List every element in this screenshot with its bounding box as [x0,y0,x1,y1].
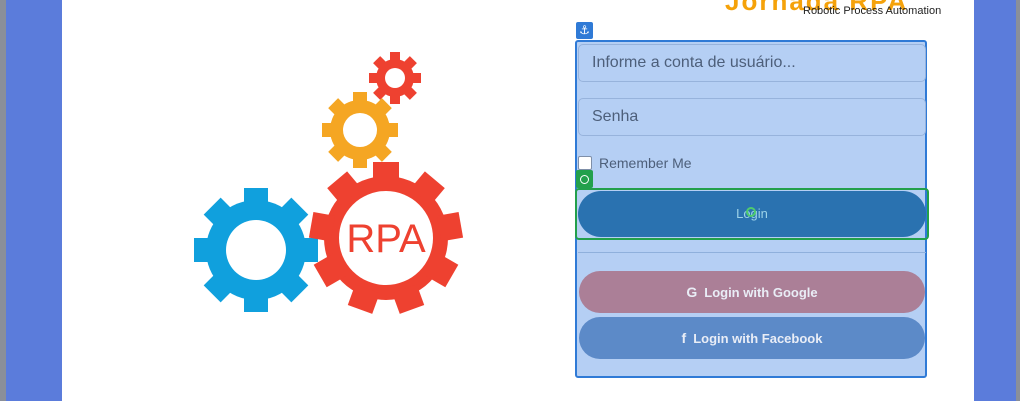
remember-me-label: Remember Me [599,155,692,171]
login-facebook-label: Login with Facebook [693,330,823,346]
small-red-gear [369,52,421,104]
password-input[interactable]: Senha [578,98,926,136]
cursor-indicator-icon [746,207,756,217]
login-google-button[interactable]: G Login with Google [579,271,925,313]
big-red-gear: RPA [308,162,464,314]
google-icon: G [686,284,698,300]
login-google-label: Login with Google [704,284,818,300]
window-edge-right [1016,0,1020,401]
rpa-logo-text: RPA [346,217,426,261]
rpa-gears-logo: RPA [194,52,464,314]
facebook-icon: f [681,330,687,346]
anchor-icon[interactable]: ⚓ [576,22,593,39]
target-icon[interactable] [576,170,593,188]
divider [578,252,926,253]
orange-gear [322,92,398,168]
remember-me-checkbox[interactable] [578,156,592,170]
remember-me[interactable]: Remember Me [578,155,692,171]
username-input[interactable]: Informe a conta de usuário... [578,44,926,82]
window-edge-left [0,0,6,401]
login-facebook-button[interactable]: f Login with Facebook [579,317,925,359]
blue-gear [194,188,318,312]
brand-subtitle: Robotic Process Automation [803,5,942,17]
